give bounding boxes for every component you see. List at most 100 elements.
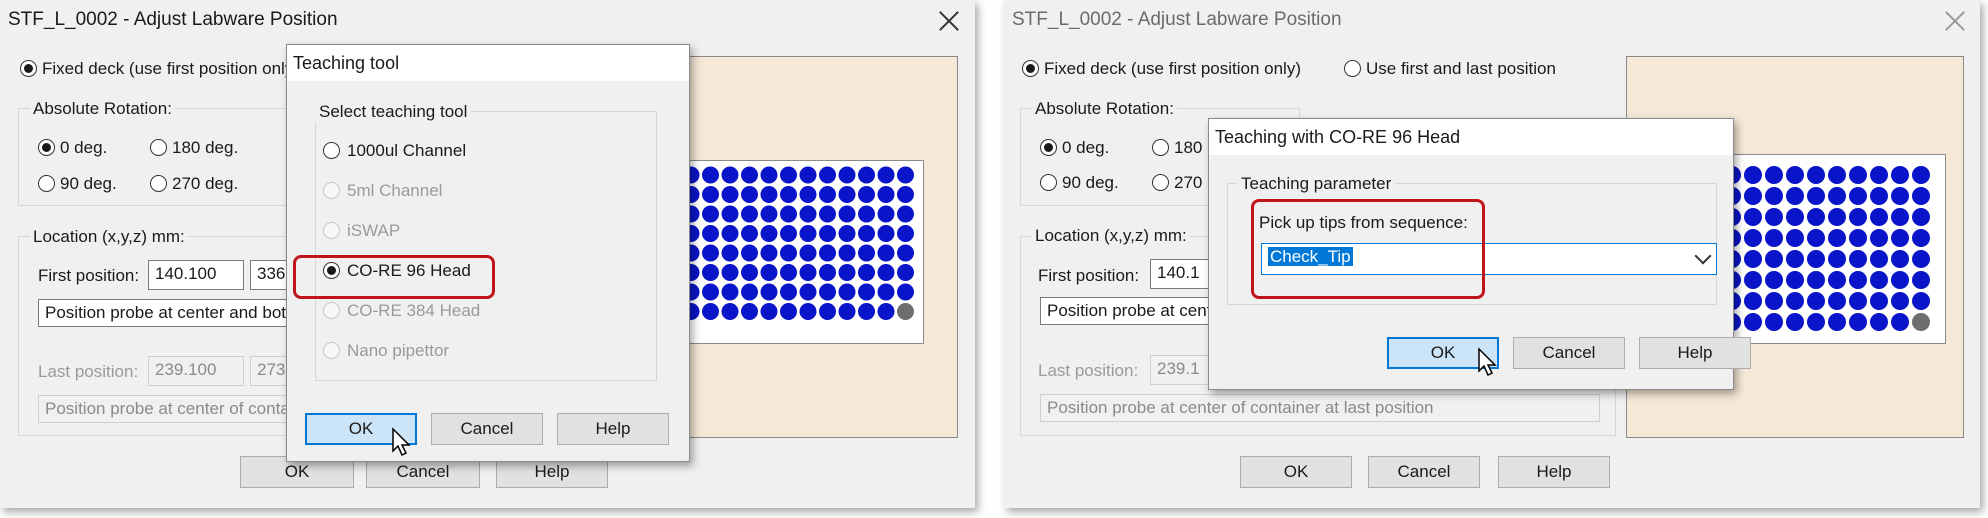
well: [721, 283, 739, 301]
last-x-field[interactable]: 239.1: [1150, 355, 1212, 385]
well: [1828, 166, 1846, 184]
well: [1744, 313, 1762, 331]
help-button[interactable]: Help: [1498, 456, 1610, 488]
probe-last-dropdown[interactable]: Position probe at center of conta: [38, 395, 310, 423]
well: [702, 303, 719, 320]
well: [1912, 187, 1930, 205]
rotation-90-radio[interactable]: [1040, 174, 1057, 191]
well: [838, 283, 856, 301]
well: [877, 166, 895, 184]
well: [1891, 229, 1909, 247]
rotation-270-radio[interactable]: [150, 175, 167, 192]
rotation-270-radio[interactable]: [1152, 174, 1169, 191]
well: [780, 166, 797, 184]
tool-radio-core384[interactable]: [323, 302, 340, 319]
fixed-deck-label: Fixed deck (use first position only): [1044, 59, 1301, 78]
well: [741, 166, 758, 184]
rotation-90-radio[interactable]: [38, 175, 55, 192]
first-last-radio[interactable]: [1344, 60, 1361, 77]
well: [799, 283, 817, 301]
well: [1912, 250, 1930, 268]
close-icon[interactable]: [938, 10, 960, 32]
cancel-button[interactable]: Cancel: [1368, 456, 1480, 488]
last-x-field[interactable]: 239.100: [148, 356, 244, 386]
well: [1870, 313, 1888, 331]
well: [1786, 187, 1804, 205]
well: [1807, 292, 1825, 310]
well: [897, 264, 914, 281]
rotation-180-label: 180: [1174, 138, 1203, 157]
well: [1828, 292, 1846, 310]
teaching-96-dialog: Teaching with CO-RE 96 Head Teaching par…: [1208, 118, 1751, 390]
plate-preview: [676, 160, 924, 344]
well: [1912, 292, 1930, 310]
well: [1807, 271, 1825, 289]
well: [897, 186, 914, 203]
fixed-deck-radio[interactable]: [1022, 60, 1039, 77]
well: [1786, 208, 1804, 226]
well: [877, 283, 895, 301]
well: [1870, 250, 1888, 268]
teaching-96-cancel-button[interactable]: Cancel: [1513, 337, 1625, 369]
first-position-label: First position:: [38, 266, 140, 285]
well: [799, 264, 817, 281]
well: [1744, 166, 1762, 184]
first-x-field[interactable]: 140.1: [1150, 259, 1212, 289]
well: [780, 303, 797, 320]
well: [1765, 229, 1783, 247]
well: [819, 225, 836, 242]
well: [858, 186, 875, 203]
teaching-96-title: Teaching with CO-RE 96 Head: [1215, 127, 1461, 147]
teaching-tool-cancel-button[interactable]: Cancel: [431, 413, 543, 445]
ok-button[interactable]: OK: [1240, 456, 1352, 488]
teaching-tool-help-button[interactable]: Help: [557, 413, 669, 445]
well: [721, 205, 739, 223]
well: [1849, 271, 1867, 289]
well: [1870, 187, 1888, 205]
well: [1912, 271, 1930, 289]
probe-first-dropdown[interactable]: Position probe at cente: [1040, 297, 1216, 325]
well: [1765, 208, 1783, 226]
fixed-deck-radio[interactable]: [20, 60, 37, 77]
first-x-field[interactable]: 140.100: [148, 260, 244, 290]
rotation-0-radio[interactable]: [38, 139, 55, 156]
well: [897, 166, 914, 184]
well: [1807, 250, 1825, 268]
dialog-title: STF_L_0002 - Adjust Labware Position: [8, 9, 338, 30]
rotation-0-radio[interactable]: [1040, 139, 1057, 156]
rotation-180-radio[interactable]: [150, 139, 167, 156]
well: [721, 244, 739, 262]
well: [1891, 208, 1909, 226]
rotation-180-radio[interactable]: [1152, 139, 1169, 156]
well: [1891, 313, 1909, 331]
well: [760, 166, 778, 184]
tool-radio-nano[interactable]: [323, 342, 340, 359]
well: [741, 186, 758, 203]
tool-label-5ml: 5ml Channel: [347, 181, 443, 200]
well: [1870, 208, 1888, 226]
tool-radio-1000ul[interactable]: [323, 142, 340, 159]
well: [858, 303, 875, 320]
close-icon[interactable]: [1944, 10, 1966, 32]
well: [799, 186, 817, 203]
well: [741, 303, 758, 320]
well: [780, 264, 797, 281]
probe-last-dropdown[interactable]: Position probe at center of container at…: [1040, 394, 1600, 422]
well: [1807, 229, 1825, 247]
first-last-label: Use first and last position: [1366, 59, 1556, 78]
location-label: Location (x,y,z) mm:: [1032, 226, 1190, 246]
tool-radio-5ml[interactable]: [323, 182, 340, 199]
mouse-cursor-icon: [392, 427, 411, 457]
well: [741, 264, 758, 281]
well: [780, 244, 797, 262]
probe-first-dropdown[interactable]: Position probe at center and bot: [38, 299, 310, 327]
well: [1849, 313, 1867, 331]
well: [799, 244, 817, 262]
well: [858, 264, 875, 281]
tool-radio-iswap[interactable]: [323, 222, 340, 239]
well: [721, 166, 739, 184]
teaching-96-help-button[interactable]: Help: [1639, 337, 1751, 369]
well: [1891, 187, 1909, 205]
well: [858, 225, 875, 242]
well: [1912, 229, 1930, 247]
